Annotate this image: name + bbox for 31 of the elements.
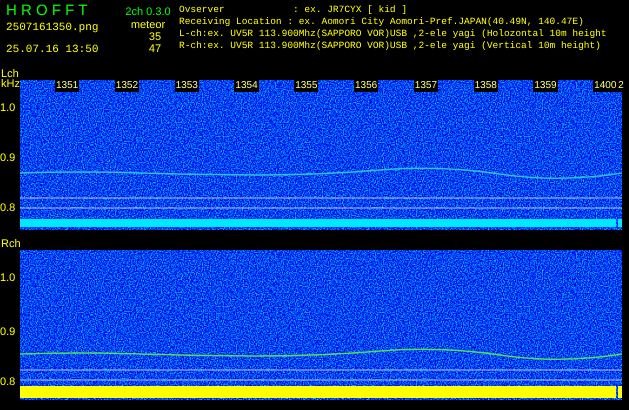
info-line: R-ch:ex. UV5R 113.900Mhz(SAPPORO VOR)USB ,2-ele yagi (Vertical 10m height) — [179, 40, 602, 52]
time-label: 1351 — [55, 80, 80, 92]
meteor-label: meteor — [130, 19, 166, 31]
unit-label: kHz — [1, 78, 20, 90]
info-line: L-ch:ex. UV5R 113.900Mhz(SAPPORO VOR)USB ,2-ele yagi (Holozontal 10m height — [179, 28, 607, 40]
channel-label: Rch — [1, 238, 21, 250]
time-label: 1359 — [533, 80, 558, 92]
time-label: 1357 — [414, 80, 438, 92]
meteor-count: 47 — [148, 43, 162, 55]
time-label: 1355 — [294, 80, 318, 92]
meteor-count: 35 — [148, 31, 162, 43]
time-label: 1358 — [474, 80, 498, 92]
axis-tick-label: 0.8 — [0, 202, 16, 214]
axis-tick-label: 1.0 — [0, 102, 16, 114]
axis-tick-label: 0.9 — [0, 326, 16, 338]
app-title: H R O F F T — [6, 2, 88, 20]
time-label: 1400 — [593, 80, 618, 92]
time-label: 2 — [617, 80, 625, 92]
version-label: 2ch 0.3.0 — [125, 5, 171, 19]
time-label: 1352 — [114, 80, 140, 92]
axis-tick-label: 0.8 — [0, 376, 16, 388]
axis-tick-label: 0.9 — [0, 152, 16, 164]
channel-label: Lch — [1, 68, 19, 80]
info-line: Receiving Location : ex. Aomori City Aomori-Pref.JAPAN(40.49N, 140.47E) — [179, 16, 585, 28]
time-label: 1356 — [354, 80, 378, 92]
file-name: 2507161350.png — [6, 21, 100, 35]
axis-tick-label: 1.0 — [0, 272, 16, 284]
time-label: 1354 — [234, 80, 259, 92]
date-time: 25.07.16 13:50 — [6, 43, 100, 57]
info-line: Ovserver : ex. JR7CYX [ kid ] — [179, 4, 408, 16]
time-label: 1353 — [174, 80, 199, 92]
